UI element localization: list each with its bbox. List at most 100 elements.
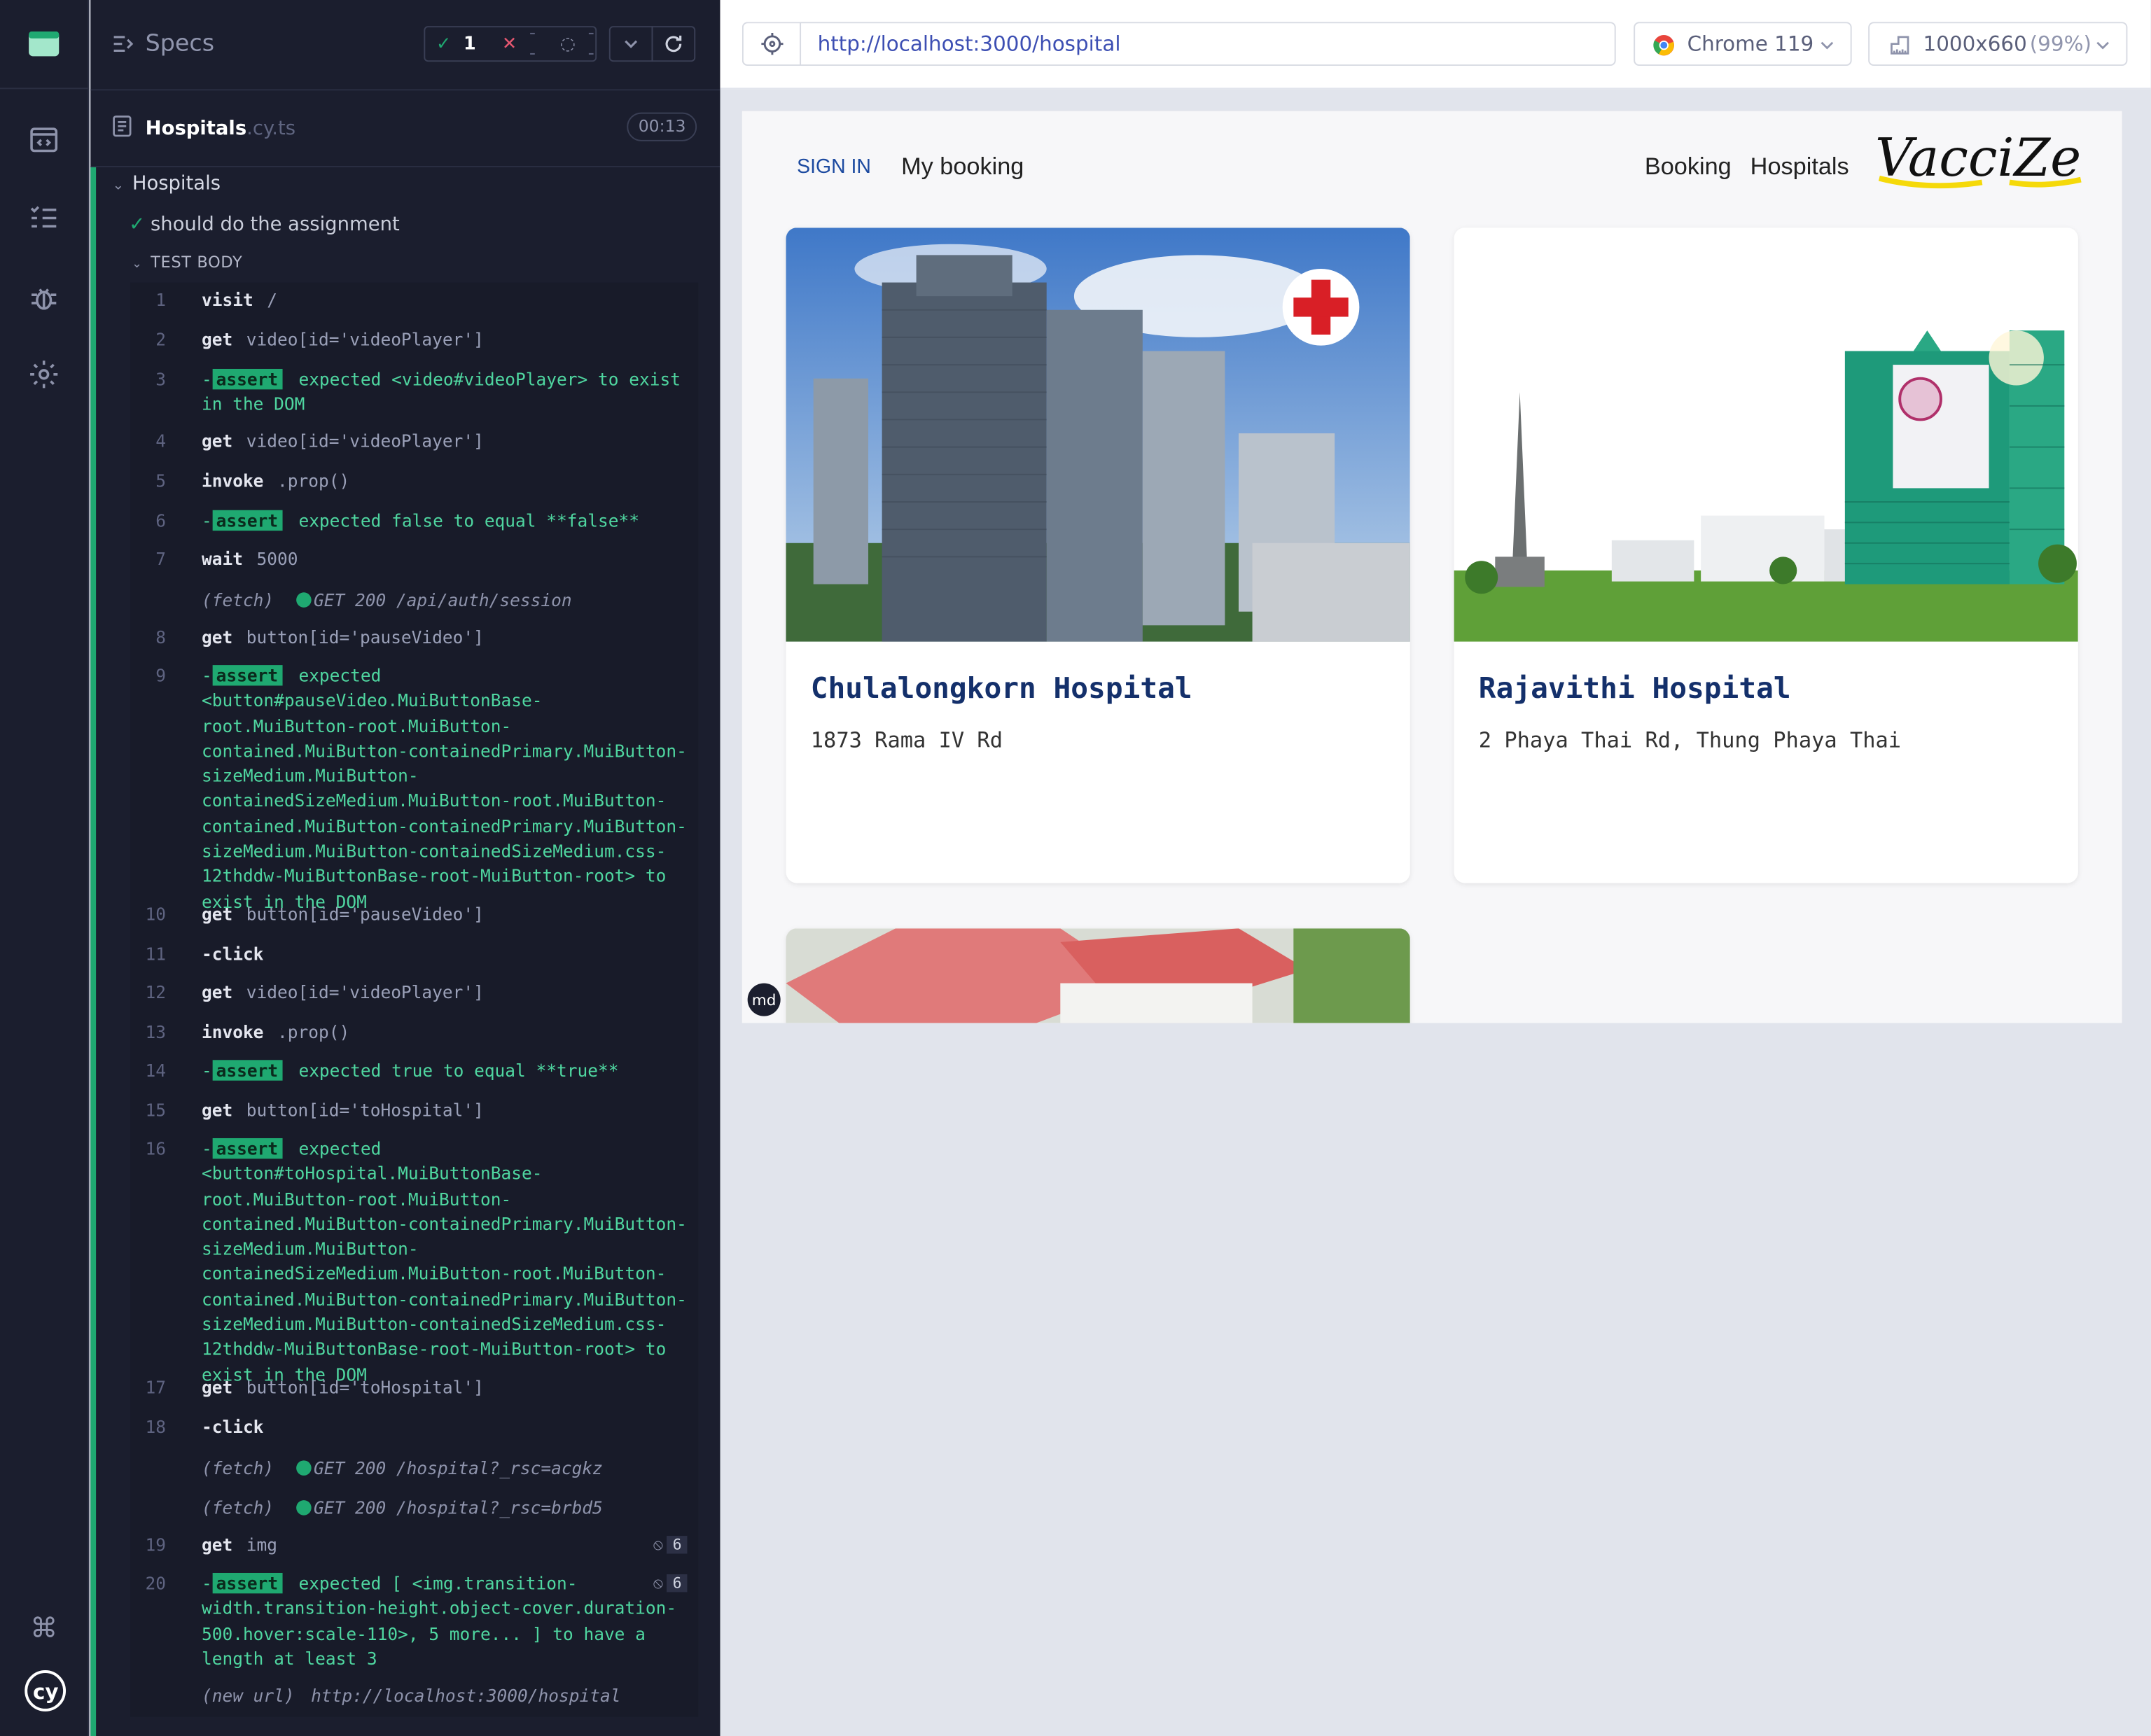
viewport-zoom: (99%) bbox=[2029, 31, 2091, 57]
command-number: 2 bbox=[155, 329, 167, 350]
hospitals-link[interactable]: Hospitals bbox=[1750, 152, 1849, 181]
test-title[interactable]: ✓ should do the assignment bbox=[129, 214, 400, 236]
pass-indicator-bar bbox=[90, 167, 97, 1736]
reporter-panel: Specs ✓ 1 ✕ -- ◌ -- Hospitals.cy.ts 00:1… bbox=[90, 0, 721, 1736]
command-arg: button[id='toHospital'] bbox=[246, 1376, 484, 1398]
fetch-label: (fetch) bbox=[201, 589, 274, 610]
chevron-down-icon bbox=[625, 40, 638, 48]
hospital-name: Chulalongkorn Hospital bbox=[810, 671, 1192, 705]
pending-spinner-icon: ◌ bbox=[559, 33, 576, 55]
settings-gear-icon[interactable] bbox=[27, 358, 60, 391]
browser-name: Chrome 119 bbox=[1687, 31, 1814, 57]
chevron-down-icon bbox=[1821, 41, 1834, 50]
assert-message: expected true to equal **true** bbox=[298, 1060, 619, 1081]
assert-dash: - bbox=[201, 368, 212, 390]
hospital-image[interactable] bbox=[786, 227, 1410, 642]
assert-badge: assert bbox=[211, 368, 282, 390]
hospital-card[interactable]: Chulalongkorn Hospital 1873 Rama IV Rd bbox=[786, 227, 1410, 883]
expand-dropdown-button[interactable] bbox=[608, 26, 653, 62]
hospital-image[interactable] bbox=[1454, 227, 2078, 642]
assert-dash: - bbox=[201, 1138, 212, 1159]
hospital-card[interactable]: Rajavithi Hospital 2 Phaya Thai Rd, Thun… bbox=[1454, 227, 2078, 883]
app-window-icon[interactable] bbox=[27, 30, 60, 57]
command-name: get bbox=[201, 1376, 233, 1398]
element-count: 6 bbox=[667, 1574, 688, 1592]
assert-dash: - bbox=[201, 510, 212, 531]
new-url-label: (new url) bbox=[201, 1685, 295, 1706]
brand-text: VacciZe bbox=[1875, 130, 2081, 188]
command-number: 1 bbox=[155, 289, 167, 310]
runs-icon[interactable] bbox=[27, 123, 60, 156]
command-number: 4 bbox=[155, 430, 167, 451]
assert-dash: - bbox=[201, 1060, 212, 1081]
command-name: invoke bbox=[201, 470, 264, 491]
chevron-down-icon: ⌄ bbox=[112, 178, 125, 194]
hospital-address: 1873 Rama IV Rd bbox=[810, 728, 1003, 753]
command-number: 8 bbox=[155, 626, 167, 648]
command-number: 20 bbox=[145, 1572, 167, 1594]
md-badge[interactable]: md bbox=[747, 983, 781, 1016]
hospital-image[interactable] bbox=[786, 928, 1410, 1023]
assert-badge: assert bbox=[211, 510, 282, 531]
booking-link[interactable]: Booking bbox=[1645, 152, 1732, 181]
command-name: get bbox=[201, 903, 233, 925]
new-url: http://localhost:3000/hospital bbox=[311, 1685, 621, 1706]
app-viewport: SIGN IN My booking Booking Hospitals Vac… bbox=[742, 111, 2122, 1023]
command-number: 16 bbox=[145, 1138, 167, 1159]
refresh-icon bbox=[665, 35, 682, 52]
vaccize-logo[interactable]: VacciZe bbox=[1872, 130, 2091, 199]
eye-slash-icon: ⦸ bbox=[653, 1574, 663, 1592]
assert-message: expected false to equal **false** bbox=[298, 510, 639, 531]
eye-slash-icon: ⦸ bbox=[653, 1536, 663, 1554]
command-name: wait bbox=[201, 548, 243, 569]
hospital-name: Rajavithi Hospital bbox=[1478, 671, 1791, 705]
status-dot-icon bbox=[295, 1460, 312, 1476]
assert-badge: assert bbox=[211, 1572, 282, 1594]
suite-title[interactable]: ⌄ Hospitals bbox=[113, 173, 221, 195]
debug-bug-icon[interactable] bbox=[27, 281, 60, 314]
selector-playground-button[interactable] bbox=[742, 22, 802, 66]
specs-toggle-icon[interactable] bbox=[113, 33, 134, 55]
pass-check-icon: ✓ bbox=[129, 214, 146, 236]
command-arg: button[id='pauseVideo'] bbox=[246, 903, 484, 925]
assert-badge: assert bbox=[211, 1060, 282, 1081]
assert-badge: assert bbox=[211, 1138, 282, 1159]
browser-select-button[interactable]: Chrome 119 bbox=[1634, 22, 1852, 66]
assert-dash: - bbox=[201, 665, 212, 686]
assert-badge: assert bbox=[211, 665, 282, 686]
chrome-icon bbox=[1653, 34, 1674, 56]
signin-link[interactable]: SIGN IN bbox=[797, 156, 871, 178]
status-dot-icon bbox=[295, 592, 312, 608]
fetch-request: GET 200 /hospital?_rsc=brbd5 bbox=[313, 1497, 603, 1518]
command-number: 5 bbox=[155, 470, 167, 491]
test-stats: ✓ 1 ✕ -- ◌ -- bbox=[424, 23, 597, 64]
ruler-icon bbox=[1891, 36, 1909, 55]
rerun-button[interactable] bbox=[651, 26, 696, 62]
test-body-header[interactable]: ⌄ TEST BODY bbox=[132, 252, 242, 271]
my-booking-link[interactable]: My booking bbox=[901, 152, 1024, 181]
hidden-elements-indicator: ⦸ 6 bbox=[653, 1572, 688, 1597]
command-name: get bbox=[201, 1100, 233, 1121]
command-number: 19 bbox=[145, 1534, 167, 1555]
command-log: 1 visit/2 get video[id='videoPlayer'] 3- asse… bbox=[130, 282, 699, 1717]
spec-file-header: Hospitals.cy.ts 00:13 bbox=[90, 90, 721, 167]
passed-count: 1 bbox=[463, 33, 476, 55]
command-arg: video[id='videoPlayer'] bbox=[246, 430, 484, 451]
command-number: 6 bbox=[155, 510, 167, 531]
spec-file-name[interactable]: Hospitals.cy.ts bbox=[146, 118, 295, 139]
hidden-elements-indicator: ⦸ 6 bbox=[653, 1533, 688, 1558]
keyboard-shortcuts-icon[interactable]: ⌘ bbox=[30, 1611, 57, 1644]
icon-rail: ⌘ cy bbox=[0, 0, 90, 1736]
command-arg: / bbox=[267, 289, 278, 310]
url-bar[interactable]: http://localhost:3000/hospital bbox=[800, 22, 1616, 66]
crosshair-icon bbox=[761, 33, 784, 55]
command-arg: 5000 bbox=[256, 548, 298, 569]
command-number: 9 bbox=[155, 665, 167, 686]
specs-list-icon[interactable] bbox=[27, 202, 60, 234]
command-name: get bbox=[201, 981, 233, 1003]
cypress-logo-icon: cy bbox=[25, 1670, 67, 1712]
viewport-size-button[interactable]: 1000x660 (99%) bbox=[1868, 22, 2128, 66]
hospital-card[interactable] bbox=[786, 928, 1410, 1023]
specs-title[interactable]: Specs bbox=[146, 30, 214, 57]
command-number: 11 bbox=[145, 943, 167, 965]
